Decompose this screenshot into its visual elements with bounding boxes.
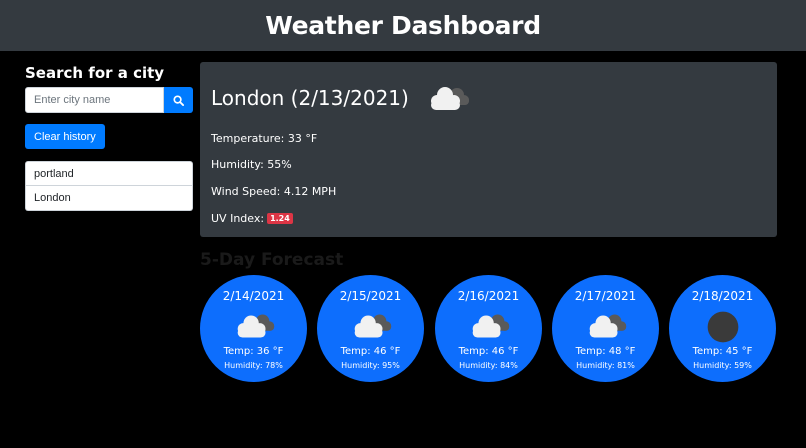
forecast-date: 2/17/2021	[574, 289, 637, 303]
current-humidity: Humidity: 55%	[211, 158, 292, 171]
forecast-temp: Temp: 48 °F	[575, 346, 636, 357]
app-header: Weather Dashboard	[0, 0, 806, 51]
current-city-date: London (2/13/2021)	[211, 86, 409, 110]
forecast-heading: 5-Day Forecast	[200, 250, 344, 270]
clear-history-button[interactable]: Clear history	[25, 124, 105, 149]
sidebar: Search for a city Clear history portland…	[25, 64, 193, 211]
forecast-date: 2/14/2021	[222, 289, 285, 303]
forecast-temp: Temp: 45 °F	[692, 346, 753, 357]
history-item-portland[interactable]: portland	[25, 161, 193, 186]
uv-index-label: UV Index:	[211, 212, 265, 225]
forecast-humidity: Humidity: 78%	[224, 361, 283, 370]
city-search-input[interactable]	[25, 87, 164, 113]
forecast-date: 2/16/2021	[457, 289, 520, 303]
page-title: Weather Dashboard	[265, 11, 541, 40]
uv-index-badge: 1.24	[267, 213, 293, 224]
clouds-icon	[472, 314, 509, 338]
current-wind-speed: Wind Speed: 4.12 MPH	[211, 185, 337, 198]
forecast-card: 2/17/2021 Temp: 48 °F Humidity: 81%	[552, 275, 659, 382]
clouds-icon	[354, 314, 391, 338]
search-heading: Search for a city	[25, 64, 165, 82]
overcast-icon	[707, 311, 738, 343]
search-icon	[173, 94, 184, 106]
current-temperature: Temperature: 33 °F	[211, 132, 318, 145]
current-uv-index: UV Index: 1.24	[211, 212, 293, 225]
forecast-card: 2/16/2021 Temp: 46 °F Humidity: 84%	[435, 275, 542, 382]
clouds-icon	[589, 314, 626, 338]
forecast-humidity: Humidity: 81%	[576, 361, 635, 370]
forecast-humidity: Humidity: 84%	[459, 361, 518, 370]
clouds-icon	[430, 87, 469, 110]
search-button[interactable]	[164, 87, 193, 113]
forecast-card: 2/14/2021 Temp: 36 °F Humidity: 78%	[200, 275, 307, 382]
search-group	[25, 87, 193, 113]
forecast-temp: Temp: 36 °F	[223, 346, 284, 357]
current-weather-header: London (2/13/2021)	[211, 84, 766, 112]
forecast-temp: Temp: 46 °F	[340, 346, 401, 357]
current-weather-panel: London (2/13/2021) Temperature: 33 °F Hu…	[200, 62, 777, 237]
forecast-humidity: Humidity: 95%	[341, 361, 400, 370]
forecast-temp: Temp: 46 °F	[458, 346, 519, 357]
clouds-icon	[237, 314, 274, 338]
history-item-london[interactable]: London	[25, 186, 193, 211]
search-history-list: portland London	[25, 161, 193, 211]
forecast-card: 2/18/2021 Temp: 45 °F Humidity: 59%	[669, 275, 776, 382]
forecast-date: 2/15/2021	[339, 289, 402, 303]
forecast-humidity: Humidity: 59%	[693, 361, 752, 370]
forecast-card: 2/15/2021 Temp: 46 °F Humidity: 95%	[317, 275, 424, 382]
forecast-date: 2/18/2021	[691, 289, 754, 303]
